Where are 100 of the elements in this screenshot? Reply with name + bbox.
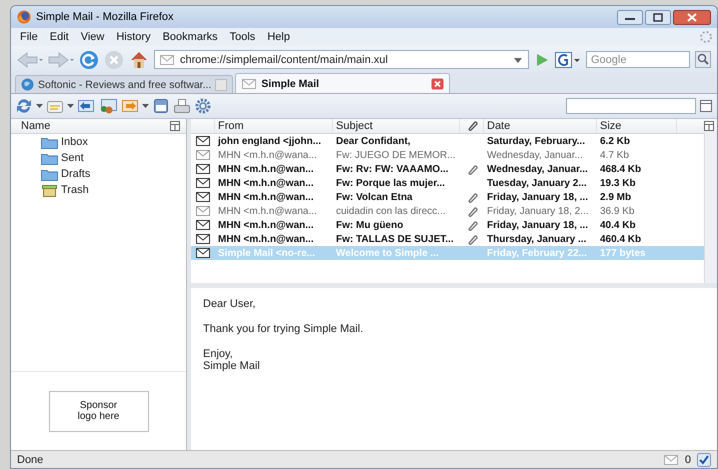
status-text: Done (17, 454, 44, 466)
envelope-icon (195, 218, 211, 232)
message-row[interactable]: MHN <m.h.n@wan... Fw: Mu güeno Friday, January 18, ... 40.4 Kb (191, 218, 704, 232)
paperclip-icon[interactable] (466, 119, 478, 131)
reply-all-icon[interactable] (98, 97, 118, 115)
column-picker-icon[interactable] (170, 121, 180, 131)
checkmark-icon[interactable] (697, 452, 711, 466)
dropdown-icon[interactable] (67, 103, 74, 109)
column-header[interactable]: Subject (333, 119, 460, 133)
table-cell-text: 36.9 Kb (599, 206, 636, 216)
table-cell-text: Fw: Porque las mujer... (335, 178, 446, 188)
menu-item[interactable]: File (15, 30, 43, 44)
table-cell-text: Fw: TALLAS DE SUJET... (335, 234, 455, 244)
table-cell-text: Fw: JUEGO DE MEMOR... (335, 150, 456, 160)
envelope-icon (195, 148, 211, 162)
column-header[interactable]: From (215, 119, 333, 133)
envelope-icon (195, 134, 211, 148)
table-cell-text: Saturday, February... (486, 136, 586, 146)
menu-item[interactable]: History (111, 30, 156, 44)
address-book-icon[interactable] (152, 97, 170, 115)
message-text: Dear User, (203, 298, 257, 310)
menu-item[interactable]: View (76, 30, 110, 44)
table-cell-text: MHN <m.h.n@wana... (217, 206, 318, 216)
unread-count: 0 (684, 454, 691, 466)
firefox-icon (17, 10, 31, 24)
column-header[interactable]: Name (21, 120, 50, 132)
table-cell-text: 2.9 Mb (599, 192, 632, 202)
tab-close-button[interactable] (431, 78, 444, 90)
envelope-icon (195, 162, 211, 176)
home-button[interactable] (129, 50, 149, 70)
close-button[interactable] (673, 10, 711, 24)
table-cell-text: 468.4 Kb (599, 164, 642, 174)
envelope-icon (195, 190, 211, 204)
search-icon[interactable] (695, 51, 711, 68)
table-cell-text: Friday, January 18, 2... (486, 206, 590, 216)
menu-item[interactable]: Edit (44, 30, 74, 44)
table-cell-text: Fw: Rv: FW: VAAAMO... (335, 164, 450, 174)
column-header[interactable]: Size (597, 119, 677, 133)
table-cell-text: 6.2 Kb (599, 136, 632, 146)
table-cell-text: Friday, January 18, ... (486, 220, 589, 230)
menu-item[interactable]: Help (262, 30, 295, 44)
settings-icon[interactable] (194, 97, 212, 115)
reload-button[interactable] (79, 50, 99, 70)
search-engine-button[interactable] (555, 50, 581, 68)
window-title: Simple Mail - Mozilla Firefox (36, 11, 175, 23)
menu-item[interactable]: Bookmarks (158, 30, 223, 44)
envelope-icon (195, 246, 211, 260)
globe-icon (21, 78, 34, 91)
reply-icon[interactable] (77, 97, 95, 115)
browser-tab[interactable]: Softonic - Reviews and free softwar... (15, 75, 234, 93)
table-cell-text: Wednesday, Januar... (486, 150, 584, 160)
column-header[interactable]: Date (484, 119, 597, 133)
table-cell-text: MHN <m.h.n@wan... (217, 192, 315, 202)
message-row[interactable]: MHN <m.h.n@wan... Fw: Rv: FW: VAAAMO... Wednesday, Januar... 468.4 Kb (191, 162, 704, 176)
dropdown-icon[interactable] (142, 103, 149, 109)
scrollbar[interactable] (704, 133, 717, 283)
minimize-button[interactable] (617, 10, 643, 24)
table-cell-text: MHN <m.h.n@wan... (217, 178, 315, 188)
message-row[interactable]: MHN <m.h.n@wana... cuidadin con las direcc... Friday, January 18, 2... 36.9 Kb (191, 204, 704, 218)
table-cell-text: Wednesday, Januar... (486, 164, 589, 174)
search-field[interactable]: Google (586, 51, 690, 68)
table-cell-text: Simple Mail <no-re... (217, 248, 316, 258)
menu-item[interactable]: Tools (224, 30, 260, 44)
maximize-button[interactable] (645, 10, 671, 24)
table-cell-text: Dear Confidant, (335, 136, 412, 146)
table-cell-text: 19.3 Kb (599, 178, 637, 188)
table-cell-text: MHN <m.h.n@wan... (217, 164, 315, 174)
message-row[interactable]: MHN <m.h.n@wan... Fw: Volcan Etna Friday, January 18, ... 2.9 Mb (191, 190, 704, 204)
folder-item[interactable]: Inbox (11, 134, 186, 150)
envelope-icon (662, 452, 679, 466)
message-row[interactable]: MHN <m.h.n@wana... Fw: JUEGO DE MEMOR... Wednesday, Januar... 4.7 Kb (191, 148, 704, 162)
message-text: Thank you for trying Simple Mail. (203, 323, 364, 335)
table-cell-text: Welcome to Simple ... (335, 248, 440, 258)
print-icon[interactable] (173, 97, 191, 115)
trash-icon (41, 184, 58, 196)
table-cell-text: 40.4 Kb (599, 220, 637, 230)
table-cell-text: 4.7 Kb (599, 150, 630, 160)
folder-item[interactable]: Trash (11, 182, 186, 198)
dropdown-icon[interactable] (36, 103, 43, 109)
address-field[interactable]: chrome://simplemail/content/main/main.xul (154, 50, 529, 69)
envelope-icon (195, 232, 211, 246)
envelope-icon (241, 76, 258, 90)
folder-item[interactable]: Drafts (11, 166, 186, 182)
folder-item[interactable]: Sent (11, 150, 186, 166)
message-row[interactable]: john england <jjohn... Dear Confidant, Saturday, February... 6.2 Kb (191, 134, 704, 148)
table-cell-text: Friday, February 22... (486, 248, 588, 258)
message-row[interactable]: MHN <m.h.n@wan... Fw: Porque las mujer... Tuesday, January 2... 19.3 Kb (191, 176, 704, 190)
table-cell-text: MHN <m.h.n@wan... (217, 234, 315, 244)
sync-icon[interactable] (15, 97, 33, 115)
column-picker-icon[interactable] (704, 121, 714, 131)
envelope-icon (195, 204, 211, 218)
table-cell-text: cuidadin con las direcc... (335, 206, 447, 216)
browser-tab[interactable]: Simple Mail (235, 73, 450, 93)
message-row[interactable]: MHN <m.h.n@wan... Fw: TALLAS DE SUJET... Thursday, January ... 460.4 Kb (191, 232, 704, 246)
layout-icon[interactable] (699, 98, 713, 114)
envelope-icon (159, 52, 175, 66)
tab-label: Simple Mail (261, 78, 320, 90)
filter-field[interactable] (566, 98, 696, 114)
table-cell-text: MHN <m.h.n@wan... (217, 220, 315, 230)
throbber-icon (699, 30, 713, 44)
